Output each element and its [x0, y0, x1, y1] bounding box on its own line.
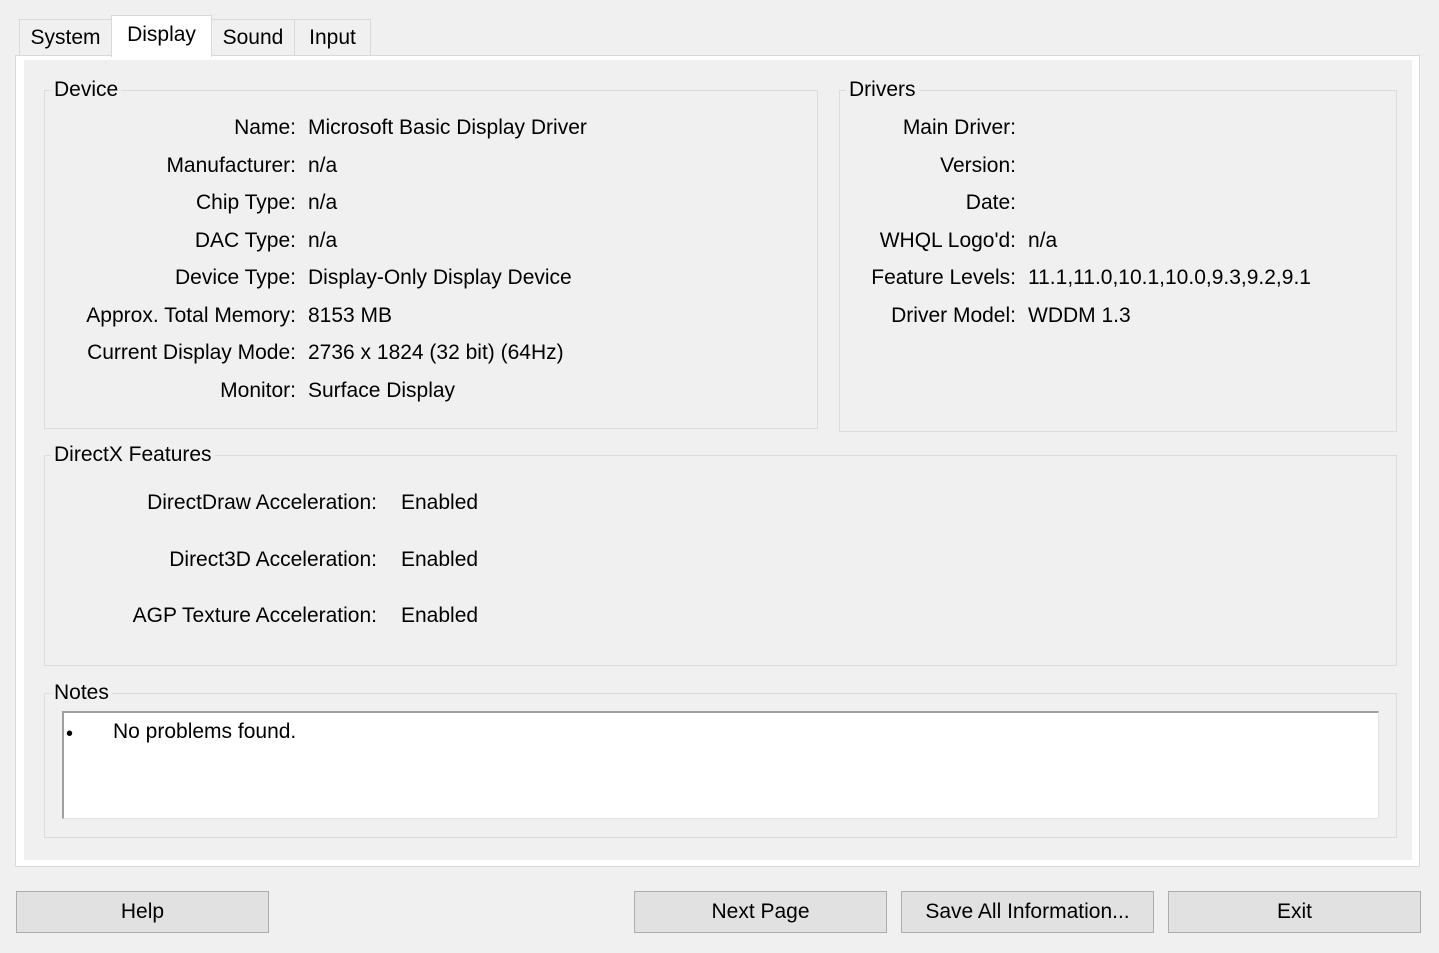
agp-value: Enabled [401, 604, 479, 627]
notes-bullet: • [66, 723, 74, 745]
device-monitor-label: Monitor: [220, 379, 296, 402]
drivers-version-label: Version: [940, 154, 1016, 177]
device-name-value: Microsoft Basic Display Driver [308, 116, 587, 139]
tab-sound[interactable]: Sound [211, 19, 295, 55]
next-page-button[interactable]: Next Page [634, 891, 887, 933]
device-manufacturer-value: n/a [308, 154, 338, 177]
device-total-memory-label: Approx. Total Memory: [86, 304, 296, 327]
device-chip-type-label: Chip Type: [195, 191, 296, 214]
drivers-group-title: Drivers [846, 77, 919, 103]
tab-system[interactable]: System [19, 19, 112, 55]
drivers-whql-label: WHQL Logo'd: [879, 229, 1016, 252]
agp-label: AGP Texture Acceleration: [132, 604, 377, 627]
save-all-information-button[interactable]: Save All Information... [901, 891, 1154, 933]
directdraw-label: DirectDraw Acceleration: [147, 491, 377, 514]
directdraw-value: Enabled [401, 491, 479, 514]
direct3d-label: Direct3D Acceleration: [169, 548, 377, 571]
directx-group-title: DirectX Features [51, 442, 215, 468]
tab-display[interactable]: Display [111, 15, 212, 57]
help-button[interactable]: Help [16, 891, 269, 933]
device-chip-type-value: n/a [308, 191, 338, 214]
device-dac-type-label: DAC Type: [194, 229, 296, 252]
drivers-feature-levels-value: 11.1,11.0,10.1,10.0,9.3,9.2,9.1 [1028, 266, 1311, 289]
tab-sound-label: Sound [222, 25, 284, 49]
drivers-driver-model-label: Driver Model: [891, 304, 1016, 327]
direct3d-value: Enabled [401, 548, 479, 571]
device-display-mode-value: 2736 x 1824 (32 bit) (64Hz) [308, 341, 564, 364]
tab-input-label: Input [309, 25, 356, 49]
device-device-type-value: Display-Only Display Device [308, 266, 572, 289]
tab-display-label: Display [127, 22, 196, 46]
drivers-main-driver-label: Main Driver: [902, 116, 1016, 139]
tab-input[interactable]: Input [294, 19, 371, 55]
device-total-memory-value: 8153 MB [308, 304, 393, 327]
notes-item: No problems found. [113, 720, 297, 743]
device-monitor-value: Surface Display [308, 379, 456, 402]
exit-button[interactable]: Exit [1168, 891, 1421, 933]
drivers-group: Drivers [839, 77, 1397, 432]
device-device-type-label: Device Type: [174, 266, 296, 289]
drivers-driver-model-value: WDDM 1.3 [1028, 304, 1131, 327]
device-dac-type-value: n/a [308, 229, 338, 252]
drivers-date-label: Date: [965, 191, 1016, 214]
device-name-label: Name: [234, 116, 296, 139]
notes-group-title: Notes [51, 680, 112, 706]
device-display-mode-label: Current Display Mode: [87, 341, 296, 364]
tab-system-label: System [30, 25, 101, 49]
notes-text-area[interactable]: • No problems found. [62, 711, 1379, 819]
drivers-whql-value: n/a [1028, 229, 1058, 252]
device-manufacturer-label: Manufacturer: [166, 154, 296, 177]
device-group-title: Device [51, 77, 122, 103]
drivers-feature-levels-label: Feature Levels: [871, 266, 1016, 289]
